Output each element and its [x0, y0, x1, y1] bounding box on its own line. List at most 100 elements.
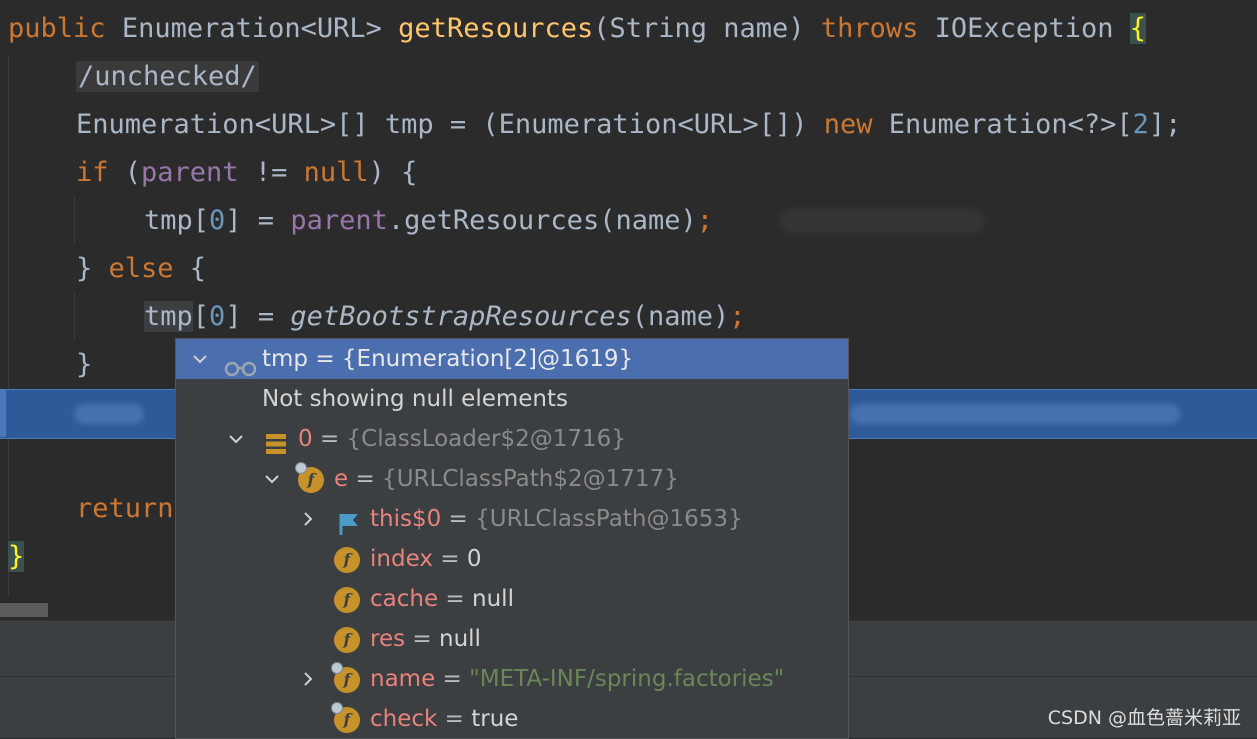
- null-elements-note: Not showing null elements: [262, 386, 568, 412]
- index-literal: 0: [209, 205, 226, 236]
- field-name: check: [370, 706, 438, 732]
- array-size: 2: [1132, 109, 1149, 140]
- element-value: {ClassLoader$2@1716}: [346, 426, 626, 452]
- equals: =: [348, 466, 383, 492]
- field-value: true: [471, 706, 519, 732]
- keyword-throws: throws: [820, 13, 919, 44]
- equals: =: [437, 706, 472, 732]
- indent-guide: [74, 292, 75, 340]
- paren-open: (: [108, 157, 142, 188]
- tree-row-field-name[interactable]: f name = "META-INF/spring.factories": [176, 659, 848, 699]
- tree-row-field-check[interactable]: f check = true: [176, 699, 848, 738]
- chevron-right-icon[interactable]: [298, 659, 318, 699]
- exception-type: IOException: [934, 13, 1114, 44]
- equals: =: [435, 666, 470, 692]
- field-parent: parent: [141, 157, 239, 188]
- chevron-down-icon[interactable]: [262, 459, 282, 499]
- tree-row-field-res[interactable]: f res = null: [176, 619, 848, 659]
- pin-icon: [331, 702, 343, 714]
- equals: =: [312, 426, 347, 452]
- indent-guide: [74, 196, 75, 244]
- open-brace: {: [173, 253, 207, 284]
- blurred-code: [74, 404, 144, 424]
- element-index: 0: [298, 426, 313, 452]
- field-icon: f: [334, 627, 360, 653]
- matched-brace: }: [8, 541, 25, 572]
- debugger-value-popup[interactable]: tmp = {Enumeration[2]@1619} Not showing …: [175, 338, 849, 739]
- code-line-1[interactable]: public Enumeration<URL> getResources(Str…: [8, 5, 1146, 53]
- close-brace: }: [76, 253, 109, 284]
- code-line-8[interactable]: }: [76, 341, 92, 389]
- keyword-public: public: [8, 13, 106, 44]
- keyword-null: null: [303, 157, 369, 188]
- field-value: {URLClassPath@1653}: [475, 506, 743, 532]
- paren-close: ) {: [368, 157, 418, 188]
- code-line-10[interactable]: return: [76, 485, 174, 533]
- chevron-down-icon[interactable]: [226, 419, 246, 459]
- hovered-variable-tmp[interactable]: tmp: [144, 301, 193, 332]
- chevron-down-icon[interactable]: [190, 339, 210, 379]
- glasses-icon: [224, 351, 258, 377]
- field-value: {URLClassPath$2@1717}: [382, 466, 679, 492]
- field-icon: f: [334, 547, 360, 573]
- tree-row-field-e[interactable]: f e = {URLClassPath$2@1717}: [176, 459, 848, 499]
- inline-debug-hint-blurred: [780, 208, 985, 234]
- field-name: this$0: [370, 506, 442, 532]
- tree-row-field-this0[interactable]: this$0 = {URLClassPath@1653}: [176, 499, 848, 539]
- return-type: Enumeration<URL>: [121, 13, 382, 44]
- declaration: Enumeration<URL>[] tmp = (Enumeration<UR…: [76, 109, 824, 140]
- field-parent: parent: [290, 205, 388, 236]
- lhs: tmp[: [144, 205, 210, 236]
- call-args: (name): [631, 301, 730, 332]
- code-line-5[interactable]: tmp[0] = parent.getResources(name);: [144, 197, 713, 245]
- tree-row-element-0[interactable]: 0 = {ClassLoader$2@1716}: [176, 419, 848, 459]
- semicolon: ;: [729, 301, 746, 332]
- assign: ] =: [225, 301, 291, 332]
- operator: !=: [238, 157, 304, 188]
- static-method-call: getBootstrapResources: [290, 301, 632, 332]
- index-literal: 0: [209, 301, 226, 332]
- code-line-6[interactable]: } else {: [76, 245, 206, 293]
- field-icon: f: [334, 587, 360, 613]
- tree-row-tmp[interactable]: tmp = {Enumeration[2]@1619}: [176, 339, 848, 379]
- flag-icon: [338, 509, 360, 535]
- chevron-right-icon[interactable]: [298, 499, 318, 539]
- field-value: null: [439, 626, 481, 652]
- array-element-icon: [266, 428, 286, 454]
- keyword-else: else: [108, 253, 174, 284]
- code-line-7[interactable]: tmp[0] = getBootstrapResources(name);: [144, 293, 746, 341]
- method-name: getResources: [398, 13, 594, 44]
- equals: =: [432, 546, 467, 572]
- execution-gutter-marker: [0, 389, 6, 437]
- statement-end: ];: [1148, 109, 1182, 140]
- pin-icon: [295, 462, 307, 474]
- field-name: cache: [370, 586, 439, 612]
- annotation-unchecked: /unchecked/: [76, 61, 259, 92]
- watermark: CSDN @血色蔷米莉亚: [1047, 707, 1241, 729]
- field-value: 0: [466, 546, 482, 572]
- pin-icon: [331, 662, 343, 674]
- method-params: (String name): [593, 13, 805, 44]
- field-name: name: [370, 666, 436, 692]
- code-line-11[interactable]: }: [8, 533, 25, 581]
- indent-guide: [8, 56, 9, 596]
- close-brace: }: [76, 349, 93, 380]
- semicolon: ;: [696, 205, 713, 236]
- code-line-4[interactable]: if (parent != null) {: [76, 149, 417, 197]
- method-call: .getResources(name): [387, 205, 697, 236]
- matched-brace: {: [1129, 13, 1146, 44]
- field-value: "META-INF/spring.factories": [469, 666, 785, 692]
- code-line-2[interactable]: /unchecked/: [76, 53, 259, 101]
- array-type: Enumeration<?>[: [872, 109, 1133, 140]
- code-line-3[interactable]: Enumeration<URL>[] tmp = (Enumeration<UR…: [76, 101, 1181, 149]
- watch-expression: tmp = {Enumeration[2]@1619}: [262, 346, 634, 372]
- keyword-return: return: [76, 493, 174, 524]
- horizontal-scrollbar[interactable]: [0, 603, 48, 617]
- blurred-code: [850, 404, 1180, 424]
- field-value: null: [472, 586, 514, 612]
- field-name: e: [334, 466, 349, 492]
- tree-row-field-cache[interactable]: f cache = null: [176, 579, 848, 619]
- assign: ] =: [225, 205, 291, 236]
- tree-row-field-index[interactable]: f index = 0: [176, 539, 848, 579]
- keyword-if: if: [76, 157, 109, 188]
